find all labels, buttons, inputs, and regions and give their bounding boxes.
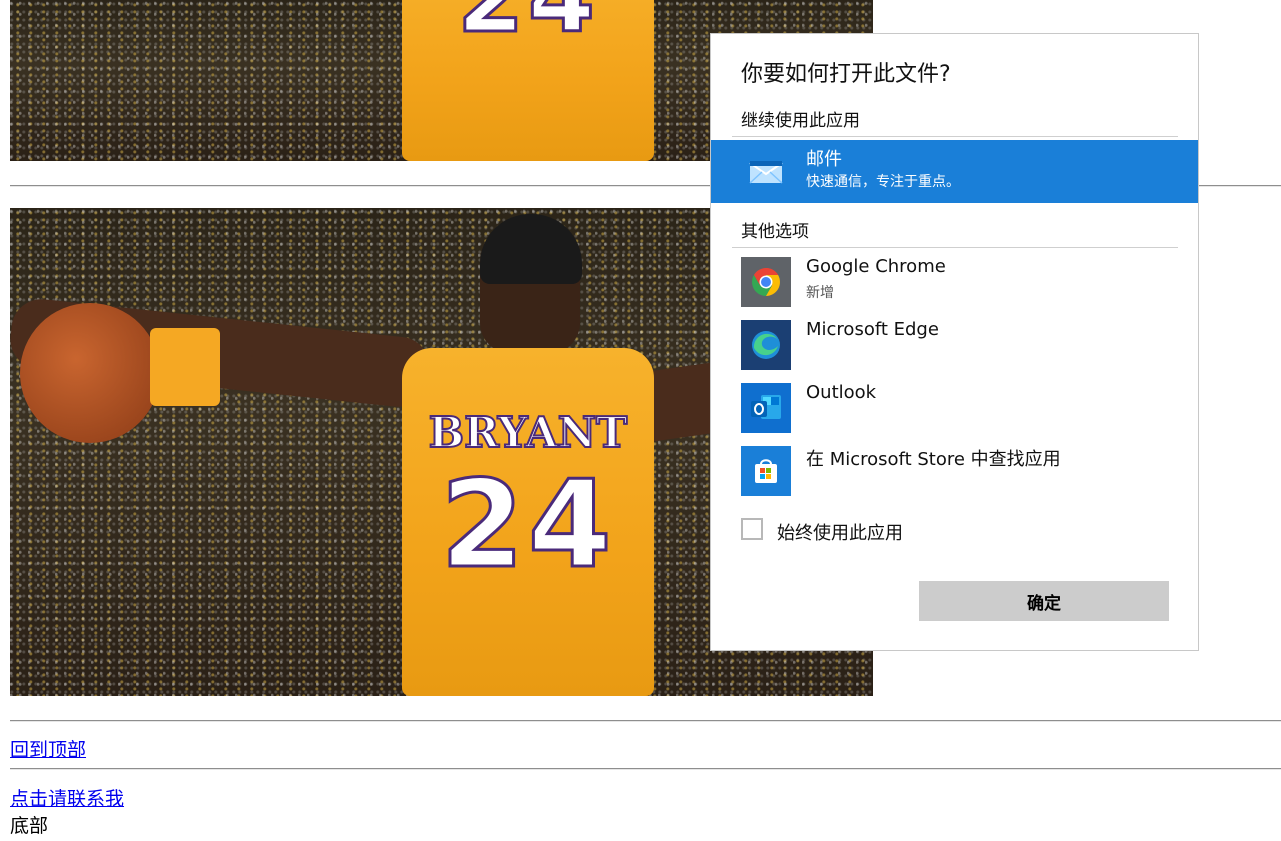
store-icon (741, 446, 791, 496)
footer-text: 底部 (10, 815, 49, 837)
app-option-chrome[interactable]: Google Chrome 新增 (711, 251, 1198, 314)
app-name: Microsoft Edge (806, 319, 939, 340)
open-with-dialog: 你要如何打开此文件? 继续使用此应用 邮件 快速通信，专注于重点。 其他选项 G… (710, 33, 1199, 651)
mail-icon (741, 146, 791, 196)
divider (10, 768, 1281, 770)
app-name: 邮件 (806, 149, 842, 170)
app-option-mail[interactable]: 邮件 快速通信，专注于重点。 (711, 140, 1198, 203)
divider (10, 720, 1281, 722)
back-to-top-link[interactable]: 回到顶部 (10, 735, 86, 762)
app-subtitle: 新增 (806, 285, 834, 301)
jersey-number-top: 24 (402, 0, 654, 56)
other-options-label: 其他选项 (741, 222, 809, 242)
app-name: Outlook (806, 382, 877, 403)
jersey-top: 24 (402, 0, 654, 161)
keep-using-label: 继续使用此应用 (741, 111, 860, 131)
ok-button[interactable]: 确定 (919, 581, 1169, 621)
chrome-icon (741, 257, 791, 307)
basketball (20, 303, 160, 443)
dialog-title: 你要如何打开此文件? (741, 62, 951, 87)
always-use-checkbox[interactable] (741, 518, 763, 540)
section-divider (732, 247, 1178, 248)
app-option-edge[interactable]: Microsoft Edge (711, 314, 1198, 377)
cap (480, 214, 582, 284)
jersey-main: BRYANT 24 (402, 348, 654, 696)
edge-icon (741, 320, 791, 370)
jersey-number-main: 24 (439, 455, 616, 597)
jersey-name: BRYANT (428, 407, 629, 458)
wristband (150, 328, 220, 406)
contact-link[interactable]: 点击请联系我 (10, 784, 124, 811)
section-divider (732, 136, 1178, 137)
always-use-label: 始终使用此应用 (777, 523, 903, 544)
app-option-store[interactable]: 在 Microsoft Store 中查找应用 (711, 440, 1198, 503)
app-name: Google Chrome (806, 256, 946, 277)
app-subtitle: 快速通信，专注于重点。 (806, 174, 960, 190)
app-option-outlook[interactable]: Outlook (711, 377, 1198, 440)
app-name: 在 Microsoft Store 中查找应用 (806, 449, 1061, 470)
outlook-icon (741, 383, 791, 433)
